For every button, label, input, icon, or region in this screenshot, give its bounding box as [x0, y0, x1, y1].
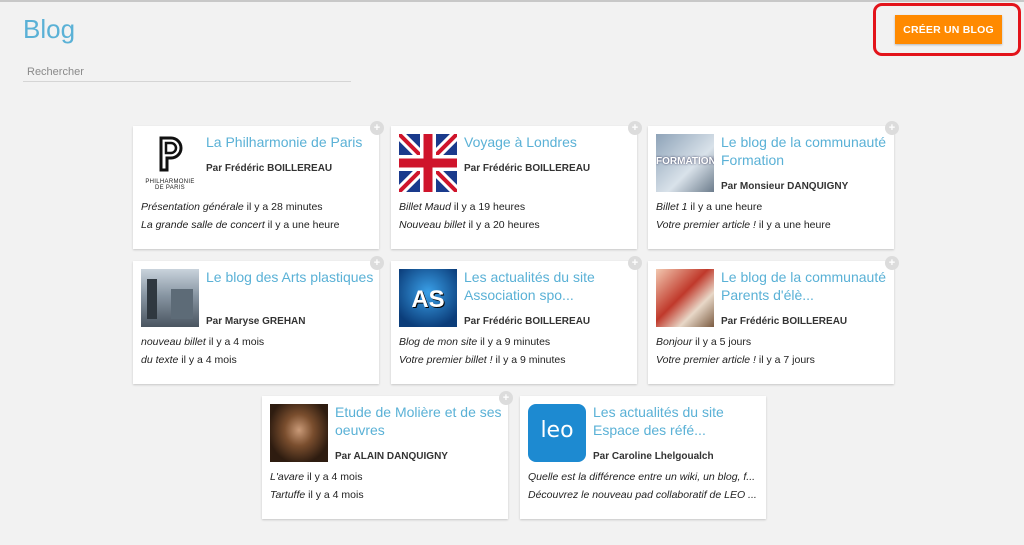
entry-title[interactable]: Billet 1 [656, 201, 688, 213]
entry-time: il y a 20 heures [465, 219, 540, 231]
blog-card-moliere[interactable]: + Etude de Molière et de ses oeuvres Par… [262, 391, 513, 519]
entry-title[interactable]: Découvrez le nouveau pad collaboratif de… [528, 489, 757, 501]
blog-entry[interactable]: Votre premier billet ! il y a 9 minutes [399, 354, 631, 366]
entry-time: il y a 28 minutes [243, 201, 323, 213]
blog-entry[interactable]: La grande salle de concert il y a une he… [141, 219, 373, 231]
entry-title[interactable]: Présentation générale [141, 201, 244, 213]
entry-time: il y a 4 mois [178, 354, 237, 366]
sport-association-logo-icon: AS [399, 269, 457, 327]
blog-card-philharmonie[interactable]: + PHILHARMONIE DE PARIS La Philharmonie … [133, 121, 384, 249]
blog-title[interactable]: Voyage à Londres [464, 133, 632, 151]
entry-title[interactable]: du texte [141, 354, 178, 366]
blog-entry[interactable]: Tartuffe il y a 4 mois [270, 489, 502, 501]
entry-time: il y a une heure [264, 219, 340, 231]
blog-author: Par Frédéric BOILLEREAU [464, 316, 591, 327]
entry-title[interactable]: Blog de mon site [399, 336, 477, 348]
blog-author: Par Frédéric BOILLEREAU [721, 316, 848, 327]
page-title: Blog [23, 14, 76, 44]
entry-title[interactable]: Votre premier article ! [656, 219, 756, 231]
entry-time: il y a 5 jours [692, 336, 752, 348]
entry-title[interactable]: Tartuffe [270, 489, 305, 501]
blog-card-espace-referents[interactable]: leo Les actualités du site Espace des ré… [520, 396, 766, 519]
blog-entry[interactable]: du texte il y a 4 mois [141, 354, 373, 366]
arts-room-photo-icon [141, 269, 199, 327]
blog-title[interactable]: Les actualités du site Espace des réfé..… [593, 403, 761, 439]
thumb-text: leo [540, 418, 574, 443]
blog-entry[interactable]: Nouveau billet il y a 20 heures [399, 219, 631, 231]
blog-author: Par ALAIN DANQUIGNY [335, 451, 448, 462]
entry-title[interactable]: L'avare [270, 471, 304, 483]
search-field[interactable] [23, 62, 351, 82]
formation-photo-icon: FORMATION [656, 134, 714, 192]
entry-title[interactable]: Quelle est la différence entre un wiki, … [528, 471, 755, 483]
blog-entry[interactable]: Bonjour il y a 5 jours [656, 336, 888, 348]
union-jack-flag-icon [399, 134, 457, 192]
blog-entry[interactable]: Votre premier article ! il y a 7 jours [656, 354, 888, 366]
blog-title[interactable]: Le blog de la communauté Parents d'élè..… [721, 268, 889, 304]
entry-time: il y a 4 mois [304, 471, 363, 483]
blog-title[interactable]: La Philharmonie de Paris [206, 133, 374, 151]
blog-title[interactable]: Les actualités du site Association spo..… [464, 268, 632, 304]
entry-time: il y a une heure [755, 219, 831, 231]
philharmonie-logo-icon: PHILHARMONIE DE PARIS [141, 134, 199, 192]
blog-entry[interactable]: Billet Maud il y a 19 heures [399, 201, 631, 213]
blog-entry[interactable]: Découvrez le nouveau pad collaboratif de… [528, 489, 760, 501]
blog-author: Par Monsieur DANQUIGNY [721, 181, 849, 192]
blog-entry[interactable]: Blog de mon site il y a 9 minutes [399, 336, 631, 348]
entry-title[interactable]: La grande salle de concert [141, 219, 265, 231]
entry-time: il y a une heure [687, 201, 763, 213]
entry-time: il y a 9 minutes [492, 354, 566, 366]
search-input[interactable] [23, 63, 351, 81]
blog-entry[interactable]: nouveau billet il y a 4 mois [141, 336, 373, 348]
entry-time: il y a 19 heures [450, 201, 526, 213]
entry-title[interactable]: Votre premier article ! [656, 354, 756, 366]
blog-title[interactable]: Etude de Molière et de ses oeuvres [335, 403, 503, 439]
entry-title[interactable]: nouveau billet [141, 336, 206, 348]
parents-photo-icon [656, 269, 714, 327]
entry-title[interactable]: Votre premier billet ! [399, 354, 493, 366]
blog-title[interactable]: Le blog des Arts plastiques [206, 268, 374, 286]
entry-time: il y a 4 mois [205, 336, 265, 348]
blog-author: Par Frédéric BOILLEREAU [464, 163, 591, 174]
leo-logo-icon: leo [528, 404, 586, 462]
blog-entry[interactable]: Votre premier article ! il y a une heure [656, 219, 888, 231]
thumb-text: FORMATION [656, 156, 714, 167]
blog-card-arts[interactable]: + Le blog des Arts plastiques Par Maryse… [133, 256, 384, 384]
blog-author: Par Maryse GREHAN [206, 316, 306, 327]
moliere-portrait-icon [270, 404, 328, 462]
blog-entry[interactable]: L'avare il y a 4 mois [270, 471, 502, 483]
entry-title[interactable]: Nouveau billet [399, 219, 466, 231]
entry-time: il y a 7 jours [755, 354, 815, 366]
blog-author: Par Caroline Lhelgoualch [593, 451, 714, 462]
blog-card-londres[interactable]: + Voyage à Londres Par Frédéric BOILLERE… [391, 121, 642, 249]
blog-entry[interactable]: Présentation générale il y a 28 minutes [141, 201, 373, 213]
blog-card-formation[interactable]: + FORMATION Le blog de la communauté For… [648, 121, 899, 249]
blog-card-association[interactable]: + AS Les actualités du site Association … [391, 256, 642, 384]
thumb-text: DE PARIS [155, 185, 185, 191]
blog-entry[interactable]: Billet 1 il y a une heure [656, 201, 888, 213]
blog-entry[interactable]: Quelle est la différence entre un wiki, … [528, 471, 760, 483]
entry-title[interactable]: Billet Maud [399, 201, 451, 213]
entry-time: il y a 9 minutes [477, 336, 551, 348]
blog-author: Par Frédéric BOILLEREAU [206, 163, 333, 174]
entry-time: il y a 4 mois [305, 489, 364, 501]
blog-title[interactable]: Le blog de la communauté Formation [721, 133, 889, 169]
blog-card-parents[interactable]: + Le blog de la communauté Parents d'élè… [648, 256, 899, 384]
thumb-text: AS [411, 286, 445, 313]
entry-title[interactable]: Bonjour [656, 336, 692, 348]
create-blog-button[interactable]: CRÉER UN BLOG [895, 15, 1002, 44]
